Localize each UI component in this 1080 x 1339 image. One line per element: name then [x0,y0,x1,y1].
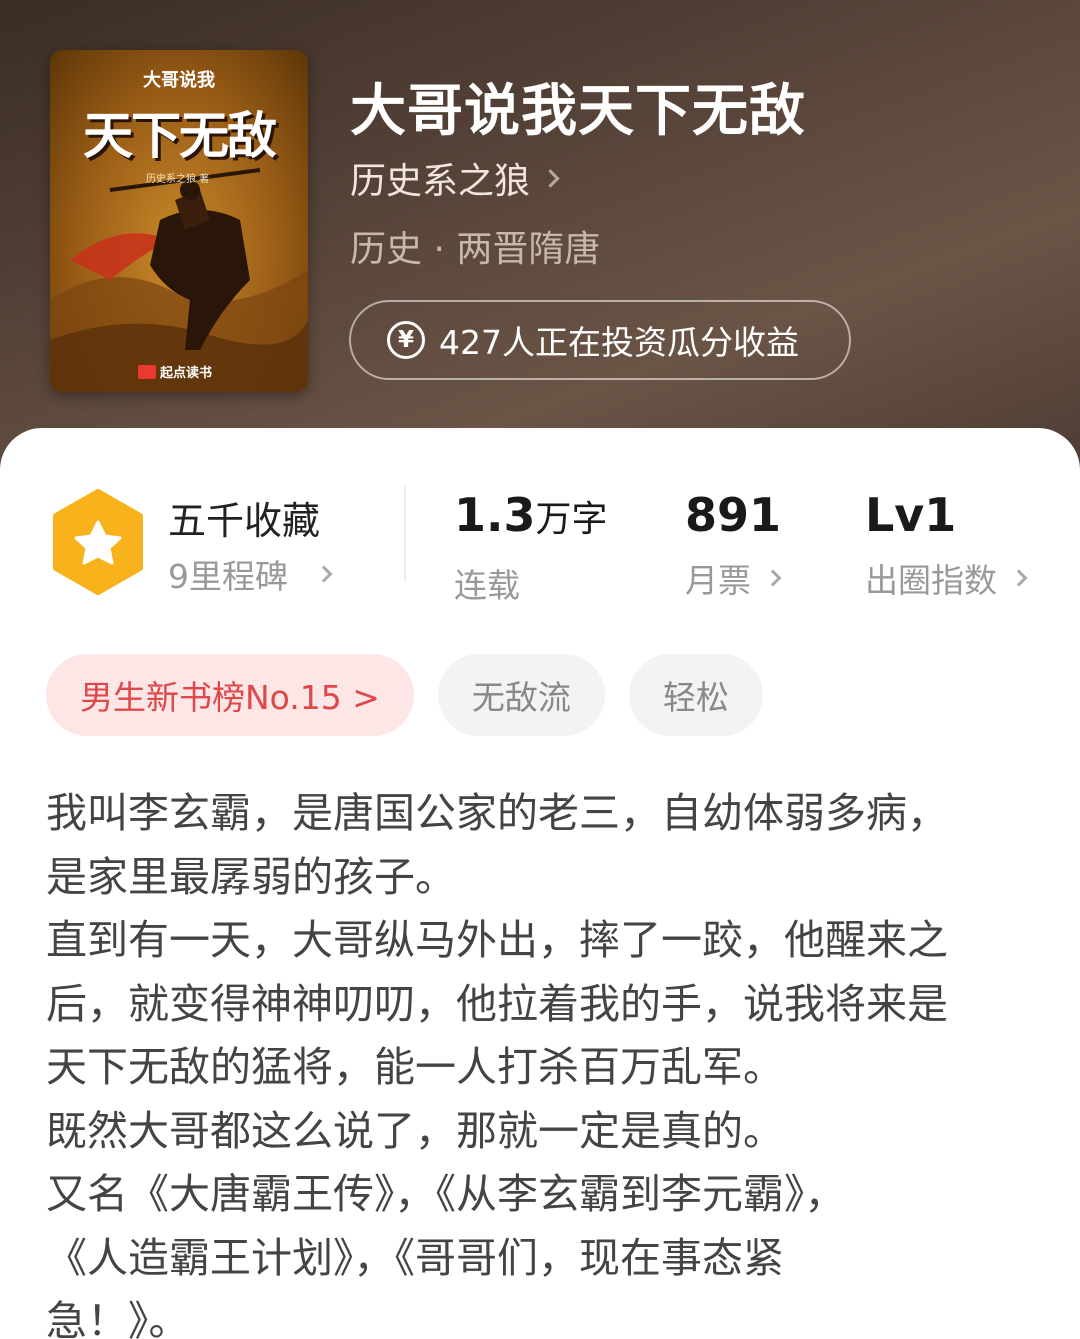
star-badge-icon [53,489,143,595]
level-label: 出圈指数 [865,561,997,600]
book-cover[interactable]: 大哥说我 天下无敌 历史系之狼 著 起点读书 [50,50,308,392]
stat-level[interactable]: Lv1 出圈指数 [865,486,1028,602]
monthly-votes-label: 月票 [685,561,751,600]
invest-button[interactable]: ¥ 427人正在投资瓜分收益 [349,300,851,380]
milestone-link[interactable]: 9里程碑 [168,550,333,598]
book-detail-panel: 五千收藏 9里程碑 1.3万字 连载 891 月票 Lv1 出圈指数 男生新书榜… [0,428,1080,1339]
tag-relaxed[interactable]: 轻松 [628,654,763,736]
serial-status: 连载 [454,559,608,607]
word-count-value: 1.3万字 [454,486,608,549]
book-description: 我叫李玄霸，是唐国公家的老三，自幼体弱多病， 是家里最孱弱的孩子。 直到有一天，… [46,789,948,1339]
favorites-badge[interactable] [48,488,148,596]
tag-list: 男生新书榜No.15 > 无敌流 轻松 [46,654,763,736]
book-title: 大哥说我天下无敌 [350,79,806,144]
publisher-logo-icon [138,364,156,379]
cover-publisher: 起点读书 [138,362,212,381]
cover-title: 天下无敌 [83,107,277,165]
ranking-tag[interactable]: 男生新书榜No.15 > [46,654,414,736]
cover-subtitle: 大哥说我 [143,70,215,91]
word-count-unit: 万字 [535,499,608,540]
book-genre: 历史 · 两晋隋唐 [350,229,601,270]
author-link[interactable]: 历史系之狼 [350,152,560,204]
author-name: 历史系之狼 [350,161,531,202]
favorites-title: 五千收藏 [168,499,321,543]
milestone-label: 9里程碑 [168,557,288,596]
level-link: 出圈指数 [865,554,1028,602]
invest-label: 427人正在投资瓜分收益 [439,323,799,362]
level-value: Lv1 [865,488,957,542]
monthly-votes-link: 月票 [685,554,782,602]
book-header: 大哥说我 天下无敌 历史系之狼 著 起点读书 大哥说我天下无敌 历史系之狼 历史… [0,0,1080,470]
stat-monthly-votes[interactable]: 891 月票 [685,486,782,602]
tag-invincible[interactable]: 无敌流 [437,654,605,736]
stat-word-count: 1.3万字 连载 [454,486,608,607]
yen-icon: ¥ [387,321,425,359]
chevron-right-icon [315,565,333,583]
chevron-right-icon [1010,569,1028,587]
cover-author: 历史系之狼 著 [146,174,210,185]
stats-divider [404,486,406,582]
chevron-right-icon [541,168,560,188]
word-count-number: 1.3 [454,488,536,542]
monthly-votes-value: 891 [685,488,782,542]
chevron-right-icon [764,569,782,587]
serial-status-label: 连载 [454,566,520,605]
cover-publisher-label: 起点读书 [160,366,213,381]
